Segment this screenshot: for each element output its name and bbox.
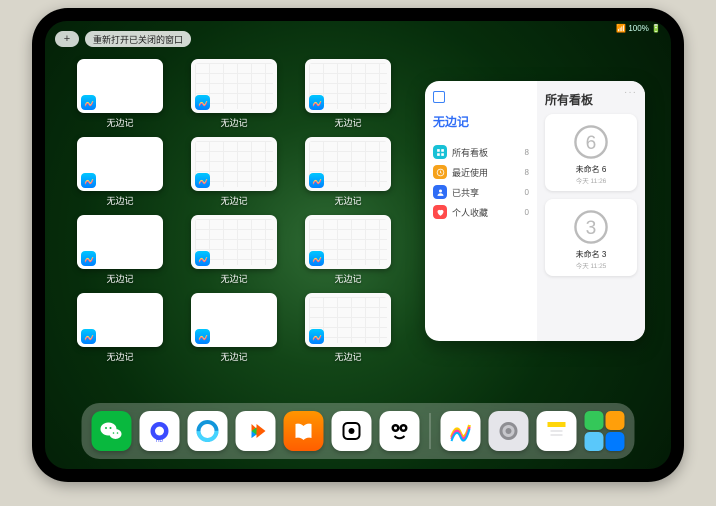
freeform-app-icon [309, 173, 324, 188]
heart-icon [433, 205, 447, 219]
panel-left-title: 无边记 [433, 113, 529, 130]
window-label: 无边记 [334, 116, 361, 129]
nav-label: 最近使用 [452, 166, 488, 179]
clock-icon [433, 165, 447, 179]
freeform-app-icon [309, 95, 324, 110]
window-thumb[interactable]: 无边记 [305, 59, 391, 129]
window-thumb[interactable]: 无边记 [77, 215, 163, 285]
window-label: 无边记 [220, 350, 247, 363]
freeform-app-icon [195, 95, 210, 110]
board-name: 未命名 3 [576, 249, 607, 260]
board-card[interactable]: 6 未命名 6 今天 11:26 [545, 114, 637, 191]
freeform-app-icon [81, 95, 96, 110]
window-label: 无边记 [220, 194, 247, 207]
top-bar: + 重新打开已关闭的窗口 [55, 31, 191, 47]
panel-left: 无边记 所有看板 8 最近使用 8 已共享 0 个人收藏 0 [425, 81, 537, 341]
nav-count: 0 [525, 188, 529, 197]
panel-right: 所有看板 6 未命名 6 今天 11:263 未命名 3 今天 11:25 [537, 81, 645, 341]
freeform-app-icon [195, 251, 210, 266]
freeform-app-icon [81, 173, 96, 188]
freeform-app-icon [309, 251, 324, 266]
window-label: 无边记 [106, 272, 133, 285]
board-name: 未命名 6 [576, 164, 607, 175]
window-thumb[interactable]: 无边记 [77, 59, 163, 129]
board-sub: 今天 11:26 [576, 175, 607, 185]
freeform-app-icon [195, 329, 210, 344]
freeform-sidebar-panel: ··· 无边记 所有看板 8 最近使用 8 已共享 0 个人收藏 0 所有看板 6 未命名 6… [425, 81, 645, 341]
dock-video-icon[interactable] [236, 411, 276, 451]
svg-text:3: 3 [586, 218, 597, 239]
dock-freeform-icon[interactable] [441, 411, 481, 451]
window-label: 无边记 [106, 350, 133, 363]
freeform-app-icon [81, 251, 96, 266]
window-label: 无边记 [220, 272, 247, 285]
ipad-frame: 📶 100% 🔋 + 重新打开已关闭的窗口 无边记 无边记 无边记 无边记 无边… [32, 8, 684, 482]
board-sketch: 6 [567, 120, 615, 164]
dock-settings-icon[interactable] [489, 411, 529, 451]
window-thumb[interactable]: 无边记 [191, 59, 277, 129]
window-label: 无边记 [334, 350, 361, 363]
board-sketch: 3 [567, 205, 615, 249]
dock-recent-stack[interactable] [585, 411, 625, 451]
nav-label: 已共享 [452, 186, 479, 199]
freeform-app-icon [195, 173, 210, 188]
nav-item-heart[interactable]: 个人收藏 0 [433, 202, 529, 222]
window-thumb[interactable]: 无边记 [191, 215, 277, 285]
nav-item-person[interactable]: 已共享 0 [433, 182, 529, 202]
panel-icon [433, 91, 445, 103]
board-card[interactable]: 3 未命名 3 今天 11:25 [545, 199, 637, 276]
window-thumb[interactable]: 无边记 [305, 137, 391, 207]
status-bar: 📶 100% 🔋 [616, 24, 661, 33]
dock-books-icon[interactable] [284, 411, 324, 451]
reopen-pill-button[interactable]: 重新打开已关闭的窗口 [85, 31, 191, 47]
freeform-app-icon [309, 329, 324, 344]
window-label: 无边记 [334, 272, 361, 285]
app-switcher-grid: 无边记 无边记 无边记 无边记 无边记 无边记 无边记 无边记 [77, 59, 417, 363]
nav-item-clock[interactable]: 最近使用 8 [433, 162, 529, 182]
dock-dice-icon[interactable] [332, 411, 372, 451]
window-thumb[interactable]: 无边记 [305, 215, 391, 285]
new-window-button[interactable]: + [55, 31, 79, 47]
dock-quark-icon[interactable]: HD [140, 411, 180, 451]
svg-text:HD: HD [156, 438, 164, 443]
nav-count: 8 [525, 148, 529, 157]
nav-count: 8 [525, 168, 529, 177]
window-thumb[interactable]: 无边记 [305, 293, 391, 363]
nav-label: 个人收藏 [452, 206, 488, 219]
nav-label: 所有看板 [452, 146, 488, 159]
grid-icon [433, 145, 447, 159]
dock-wechat-icon[interactable] [92, 411, 132, 451]
window-label: 无边记 [106, 116, 133, 129]
window-label: 无边记 [334, 194, 361, 207]
window-label: 无边记 [106, 194, 133, 207]
window-thumb[interactable]: 无边记 [77, 137, 163, 207]
freeform-app-icon [81, 329, 96, 344]
dock: HD [82, 403, 635, 459]
dock-qqbrowser-icon[interactable] [188, 411, 228, 451]
panel-more-button[interactable]: ··· [624, 87, 637, 98]
board-sub: 今天 11:25 [576, 260, 607, 270]
dock-notes-icon[interactable] [537, 411, 577, 451]
nav-item-grid[interactable]: 所有看板 8 [433, 142, 529, 162]
window-label: 无边记 [220, 116, 247, 129]
dock-separator [430, 413, 431, 449]
dock-kuwo-icon[interactable] [380, 411, 420, 451]
window-thumb[interactable]: 无边记 [191, 293, 277, 363]
svg-text:6: 6 [586, 133, 597, 154]
person-icon [433, 185, 447, 199]
window-thumb[interactable]: 无边记 [77, 293, 163, 363]
screen: 📶 100% 🔋 + 重新打开已关闭的窗口 无边记 无边记 无边记 无边记 无边… [45, 21, 671, 469]
window-thumb[interactable]: 无边记 [191, 137, 277, 207]
nav-count: 0 [525, 208, 529, 217]
